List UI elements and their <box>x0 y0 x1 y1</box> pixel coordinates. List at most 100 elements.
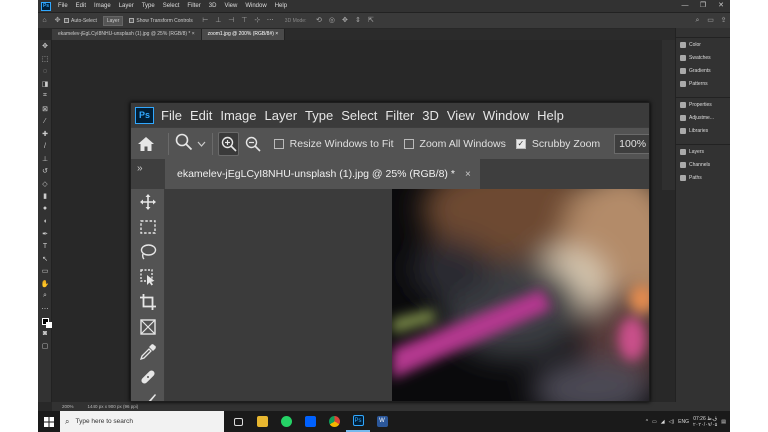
align-left-icon[interactable]: ⊢ <box>202 17 209 24</box>
object-select-tool-icon[interactable]: ◨ <box>38 78 52 91</box>
3d-scale-icon[interactable]: ⇱ <box>367 17 374 24</box>
zoom-in-button[interactable] <box>218 131 240 156</box>
eyedropper-tool-icon[interactable] <box>131 339 165 364</box>
menu-view[interactable]: View <box>447 108 483 123</box>
panel-properties[interactable]: Properties <box>676 98 730 111</box>
zoom-tool-preset[interactable] <box>175 133 206 154</box>
move-tool-icon[interactable]: ✥ <box>38 40 52 53</box>
panel-gradients[interactable]: Gradients <box>676 64 730 77</box>
zoom-all-windows-checkbox[interactable]: Zoom All Windows <box>403 138 506 150</box>
align-center-icon[interactable]: ⊥ <box>215 17 222 24</box>
move-tool-icon[interactable]: ✥ <box>54 17 61 24</box>
photo-canvas[interactable] <box>392 189 649 401</box>
close-tab-icon[interactable]: × <box>465 169 471 180</box>
panel-layers[interactable]: Layers <box>676 145 730 158</box>
resize-windows-checkbox[interactable]: Resize Windows to Fit <box>273 138 394 150</box>
menu-help[interactable]: Help <box>537 108 572 123</box>
menu-type[interactable]: Type <box>305 108 341 123</box>
3d-roll-icon[interactable]: ◎ <box>328 17 335 24</box>
scrubby-zoom-checkbox[interactable]: ✓ Scrubby Zoom <box>515 138 600 150</box>
network-icon[interactable]: ◢ <box>661 419 665 425</box>
panel-patterns[interactable]: Patterns <box>676 77 730 90</box>
menu-window[interactable]: Window <box>483 108 537 123</box>
menu-select[interactable]: Select <box>159 3 184 9</box>
menu-layer[interactable]: Layer <box>265 108 306 123</box>
home-icon[interactable] <box>131 128 162 160</box>
menu-3d[interactable]: 3D <box>422 108 447 123</box>
menu-3d[interactable]: 3D <box>205 3 221 9</box>
menu-edit[interactable]: Edit <box>72 3 90 9</box>
document-tab[interactable]: ekamelev-jEgLCyI8NHU-unsplash (1).jpg @ … <box>165 159 480 189</box>
restore-button[interactable]: ❐ <box>694 0 712 12</box>
zoom-tool-icon[interactable] <box>175 133 193 154</box>
workspace-icon[interactable]: ▭ <box>707 17 714 24</box>
menu-view[interactable]: View <box>220 3 241 9</box>
menu-window[interactable]: Window <box>241 3 270 9</box>
healing-brush-tool-icon[interactable] <box>131 364 165 389</box>
pen-tool-icon[interactable]: ✒ <box>38 228 52 241</box>
zoomed-canvas-area[interactable] <box>165 189 649 401</box>
move-tool-icon[interactable] <box>131 189 165 214</box>
menu-image[interactable]: Image <box>90 3 115 9</box>
menu-select[interactable]: Select <box>341 108 385 123</box>
panel-paths[interactable]: Paths <box>676 171 730 184</box>
zoom-tool-icon[interactable]: ⌕ <box>38 290 52 303</box>
screen-mode-icon[interactable]: ▢ <box>38 340 52 353</box>
panel-libraries[interactable]: Libraries <box>676 124 730 137</box>
panel-channels[interactable]: Channels <box>676 158 730 171</box>
menu-image[interactable]: Image <box>220 108 264 123</box>
tab-ekamelev[interactable]: ekamelev-jEgLCyI8NHU-unsplash (1).jpg @ … <box>52 29 202 40</box>
notifications-icon[interactable]: ▤ <box>721 419 726 425</box>
shape-tool-icon[interactable]: ▭ <box>38 265 52 278</box>
healing-tool-icon[interactable]: ✚ <box>38 128 52 141</box>
more-options-icon[interactable]: ⋯ <box>267 17 274 24</box>
zoom-level[interactable]: 200% <box>62 404 74 409</box>
hand-tool-icon[interactable]: ✋ <box>38 278 52 291</box>
3d-slide-icon[interactable]: ⇕ <box>354 17 361 24</box>
menu-help[interactable]: Help <box>271 3 291 9</box>
close-tab-icon[interactable]: × <box>192 31 195 37</box>
minimize-button[interactable]: — <box>676 0 694 12</box>
file-explorer-icon[interactable] <box>250 411 274 432</box>
frame-tool-icon[interactable]: ⊠ <box>38 103 52 116</box>
volume-icon[interactable]: ◁) <box>669 419 675 425</box>
windows-start-button[interactable] <box>38 411 60 432</box>
panel-swatches[interactable]: Swatches <box>676 51 730 64</box>
edit-toolbar-icon[interactable]: ⋯ <box>38 303 52 316</box>
frame-tool-icon[interactable] <box>131 314 165 339</box>
menu-filter[interactable]: Filter <box>385 108 422 123</box>
3d-rotate-icon[interactable]: ⟲ <box>315 17 322 24</box>
tab-zoom1[interactable]: zoom1.jpg @ 200% (RGB/8#) × <box>201 29 286 40</box>
history-brush-tool-icon[interactable]: ↺ <box>38 165 52 178</box>
panel-adjustments[interactable]: Adjustme... <box>676 111 730 124</box>
menu-layer[interactable]: Layer <box>115 3 138 9</box>
task-view-icon[interactable] <box>226 411 250 432</box>
gradient-tool-icon[interactable]: ▮ <box>38 190 52 203</box>
3d-pan-icon[interactable]: ✥ <box>341 17 348 24</box>
layer-dropdown[interactable]: Layer <box>102 15 124 26</box>
taskbar-search-box[interactable]: ⌕ Type here to search <box>60 411 224 432</box>
lasso-tool-icon[interactable]: ◌ <box>38 65 52 78</box>
align-middle-icon[interactable]: ⊹ <box>254 17 261 24</box>
chevron-down-icon[interactable] <box>197 138 206 150</box>
blur-tool-icon[interactable]: ● <box>38 203 52 216</box>
dropbox-icon[interactable] <box>298 411 322 432</box>
home-icon[interactable]: ⌂ <box>41 17 48 24</box>
brush-tool-icon[interactable] <box>131 389 165 401</box>
marquee-tool-icon[interactable] <box>131 214 165 239</box>
crop-tool-icon[interactable] <box>131 289 165 314</box>
align-right-icon[interactable]: ⊣ <box>228 17 235 24</box>
align-top-icon[interactable]: ⊤ <box>241 17 248 24</box>
marquee-tool-icon[interactable]: ⬚ <box>38 53 52 66</box>
panel-color[interactable]: Color <box>676 38 730 51</box>
whatsapp-icon[interactable] <box>274 411 298 432</box>
zoom-percent-button[interactable]: 100% <box>614 133 649 154</box>
zoom-out-button[interactable] <box>243 132 263 156</box>
stamp-tool-icon[interactable]: ⊥ <box>38 153 52 166</box>
collapse-panels-icon[interactable]: » <box>131 159 165 189</box>
chevron-up-icon[interactable]: ^ <box>646 419 648 425</box>
menu-file[interactable]: File <box>161 108 190 123</box>
chrome-icon[interactable] <box>322 411 346 432</box>
clock[interactable]: 07:26 ق.ظ ۲۰۲۰/۰۷/۰۵ <box>693 416 717 428</box>
color-swatches-icon[interactable] <box>38 315 52 328</box>
